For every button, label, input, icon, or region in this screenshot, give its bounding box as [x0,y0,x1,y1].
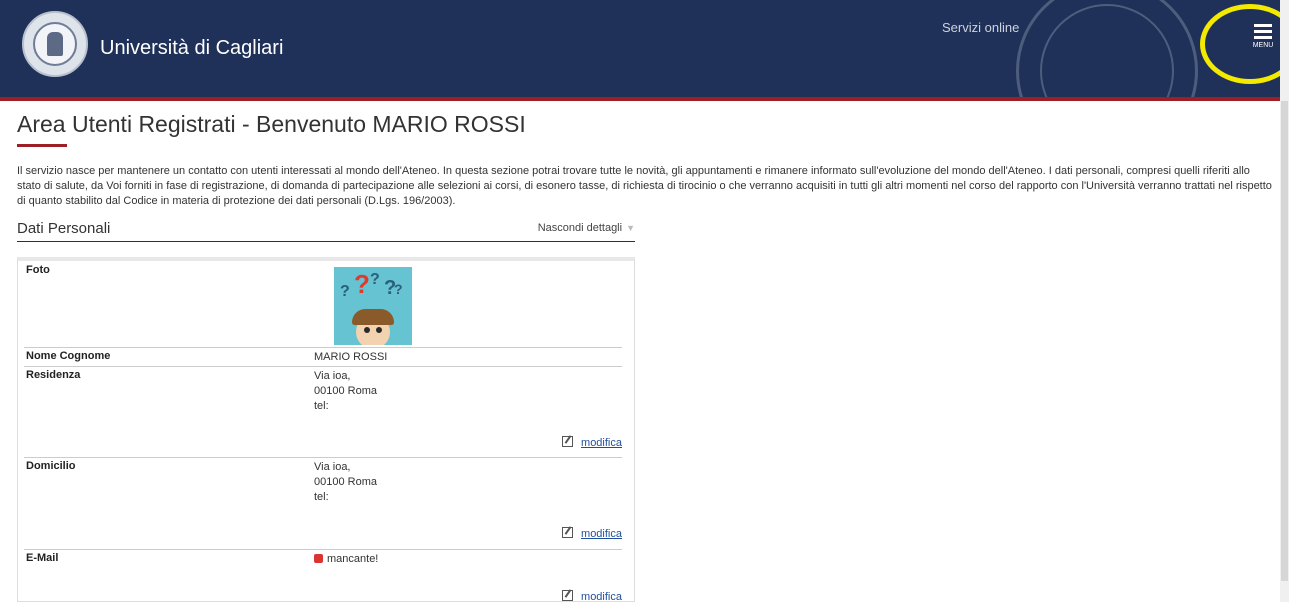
email-missing-text: mancante! [327,553,379,565]
menu-area: MENU [1200,4,1289,94]
hamburger-icon [1254,24,1272,27]
table-row-domicilio: Domicilio Via ioa, 00100 Roma tel: modif… [24,457,622,550]
residenza-address: Via ioa, [314,370,351,382]
edit-icon [562,527,574,538]
edit-label: modifica [581,528,622,540]
hamburger-icon-bar [1254,36,1272,39]
highlight-circle [1200,4,1289,84]
caret-down-icon: ▼ [626,223,635,233]
edit-icon [562,590,574,601]
brand-name[interactable]: Università di Cagliari [100,37,283,60]
page-title: Area Utenti Registrati - Benvenuto MARIO… [17,111,526,137]
personal-data-table: Foto ? ? ? ? ? Nome Cognome MARIO ROSSI … [17,257,635,602]
error-icon [314,554,323,563]
scrollbar-thumb[interactable] [1281,101,1288,581]
domicilio-city: 00100 Roma [314,476,377,488]
nome-label: Nome Cognome [26,350,111,362]
section-title: Dati Personali [17,220,111,237]
intro-text: Il servizio nasce per mantenere un conta… [17,165,1272,207]
email-label: E-Mail [26,552,59,564]
table-row-residenza: Residenza Via ioa, 00100 Roma tel: modif… [24,366,622,458]
residenza-city: 00100 Roma [314,385,377,397]
domicilio-value: Via ioa, 00100 Roma tel: [314,460,377,505]
table-row-foto: Foto ? ? ? ? ? [24,261,622,348]
email-value: mancante! [314,552,378,567]
header-bar: Università di Cagliari Servizi online ME… [0,0,1289,101]
section-header: Dati Personali Nascondi dettagli ▼ [17,217,635,242]
edit-icon [562,436,574,447]
nome-value: MARIO ROSSI [314,351,388,363]
table-row-email: E-Mail mancante! modifica [24,549,622,602]
residenza-edit-link[interactable]: modifica [562,436,622,449]
edit-label: modifica [581,437,622,449]
menu-label: MENU [1252,42,1274,49]
email-edit-link[interactable]: modifica [562,590,622,602]
domicilio-edit-link[interactable]: modifica [562,527,622,540]
servizi-online-label: Servizi online [942,20,1020,35]
university-seal-icon[interactable] [22,11,88,77]
hamburger-icon-bar [1254,30,1272,33]
table-row-nome: Nome Cognome MARIO ROSSI [24,347,622,367]
residenza-label: Residenza [26,369,81,381]
menu-button[interactable]: MENU [1252,24,1274,49]
domicilio-phone: tel: [314,491,329,503]
profile-photo: ? ? ? ? ? [334,267,412,345]
seal-watermark [1010,0,1206,97]
foto-label: Foto [26,264,50,276]
domicilio-address: Via ioa, [314,461,351,473]
edit-label: modifica [581,591,622,602]
toggle-details-button[interactable]: Nascondi dettagli ▼ [538,222,635,234]
residenza-phone: tel: [314,400,329,412]
toggle-label: Nascondi dettagli [537,222,623,234]
title-underline [17,144,67,147]
domicilio-label: Domicilio [26,460,76,472]
residenza-value: Via ioa, 00100 Roma tel: [314,369,377,414]
